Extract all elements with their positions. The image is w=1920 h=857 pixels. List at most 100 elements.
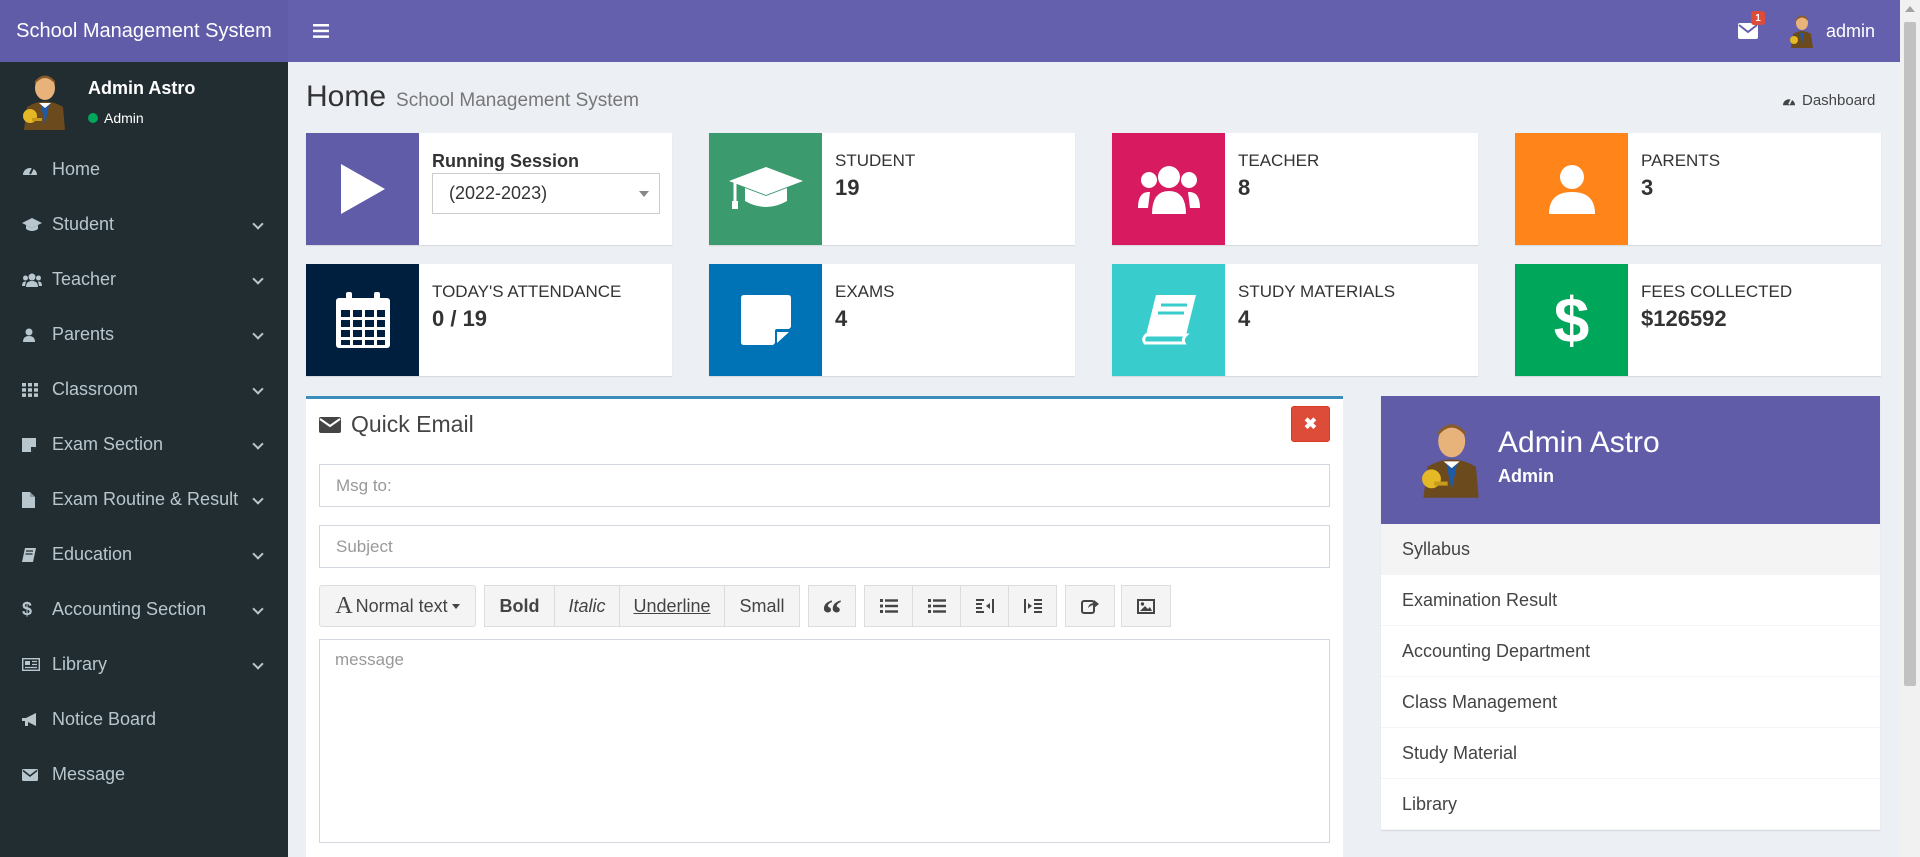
indent-button[interactable] xyxy=(1008,585,1057,627)
profile-header: Admin Astro Admin xyxy=(1381,396,1880,524)
stat-label: TODAY'S ATTENDANCE xyxy=(432,282,622,301)
sidebar-item-education[interactable]: Education xyxy=(0,527,288,582)
sidebar-item-teacher[interactable]: Teacher xyxy=(0,252,288,307)
sidebar-item-notice-board[interactable]: Notice Board xyxy=(0,692,288,747)
list-ol-icon xyxy=(927,599,946,613)
chevron-down-icon xyxy=(252,493,264,505)
envelope-icon xyxy=(319,416,341,433)
user-name: admin xyxy=(1826,20,1876,41)
profile-link-accounting-department[interactable]: Accounting Department xyxy=(1381,626,1880,677)
parents-stat-box[interactable]: PARENTS 3 xyxy=(1515,133,1881,245)
profile-link-syllabus[interactable]: Syllabus xyxy=(1381,524,1880,575)
font-style-dropdown[interactable]: A Normal text xyxy=(319,585,476,627)
sidebar-item-student[interactable]: Student xyxy=(0,197,288,252)
users-icon xyxy=(22,273,42,287)
user-icon xyxy=(1515,133,1628,245)
chevron-down-icon xyxy=(252,383,264,395)
sidebar-item-exam-routine-result[interactable]: Exam Routine & Result xyxy=(0,472,288,527)
underline-label: Underline xyxy=(633,595,711,616)
profile-link-examination-result[interactable]: Examination Result xyxy=(1381,575,1880,626)
calendar-icon xyxy=(306,264,419,376)
profile-links: Syllabus Examination Result Accounting D… xyxy=(1381,524,1880,830)
page-scrollbar[interactable] xyxy=(1900,0,1920,857)
bold-button[interactable]: Bold xyxy=(484,585,555,627)
unordered-list-button[interactable] xyxy=(864,585,913,627)
scroll-up-arrow-icon[interactable] xyxy=(1905,6,1915,12)
chevron-down-icon xyxy=(252,328,264,340)
sidebar-item-label: Education xyxy=(52,544,133,564)
avatar xyxy=(20,74,66,130)
attendance-stat-box[interactable]: TODAY'S ATTENDANCE 0 / 19 xyxy=(306,264,672,376)
scrollbar-thumb[interactable] xyxy=(1904,22,1916,686)
insert-link-button[interactable] xyxy=(1065,585,1115,627)
sidebar-item-label: Classroom xyxy=(52,379,139,399)
outdent-button[interactable] xyxy=(960,585,1009,627)
ordered-list-button[interactable] xyxy=(912,585,961,627)
top-navbar: 1 admin xyxy=(288,0,1900,62)
sidebar-user-status: Admin xyxy=(88,110,144,126)
dollar-icon: $ xyxy=(22,599,33,619)
sidebar-item-exam-section[interactable]: Exam Section xyxy=(0,417,288,472)
stat-value: 19 xyxy=(835,175,860,200)
book-icon xyxy=(22,547,36,562)
sidebar-user-name: Admin Astro xyxy=(88,78,196,98)
sidebar-toggle-icon[interactable] xyxy=(308,18,334,44)
sidebar-item-message[interactable]: Message xyxy=(0,747,288,802)
sidebar-item-home[interactable]: Home xyxy=(0,142,288,197)
teacher-stat-box[interactable]: TEACHER 8 xyxy=(1112,133,1478,245)
user-icon xyxy=(23,328,35,342)
sidebar-item-parents[interactable]: Parents xyxy=(0,307,288,362)
users-icon xyxy=(1112,133,1225,245)
quick-email-header: Quick Email xyxy=(319,411,474,438)
stat-value: 3 xyxy=(1641,175,1654,200)
outdent-icon xyxy=(975,599,994,613)
insert-image-button[interactable] xyxy=(1121,585,1171,627)
session-select[interactable]: (2022-2023) xyxy=(432,173,660,214)
profile-link-study-material[interactable]: Study Material xyxy=(1381,728,1880,779)
close-button[interactable]: ✖ xyxy=(1291,406,1330,442)
email-message-field[interactable] xyxy=(319,639,1330,843)
stat-value: 8 xyxy=(1238,175,1251,200)
user-menu[interactable]: admin xyxy=(1788,14,1875,48)
fees-collected-stat-box[interactable]: $ FEES COLLECTED $126592 xyxy=(1515,264,1881,376)
profile-link-library[interactable]: Library xyxy=(1381,779,1880,830)
chevron-down-icon xyxy=(252,603,264,615)
font-icon: A xyxy=(335,592,353,619)
quick-email-title: Quick Email xyxy=(351,411,474,437)
email-subject-field[interactable] xyxy=(319,525,1330,568)
breadcrumb[interactable]: Dashboard xyxy=(1782,92,1875,109)
italic-button[interactable]: Italic xyxy=(554,585,620,627)
blockquote-button[interactable]: “ xyxy=(808,585,856,634)
sidebar: Admin Astro Admin Home Student Teacher P… xyxy=(0,62,288,857)
breadcrumb-label: Dashboard xyxy=(1802,92,1876,109)
small-label: Small xyxy=(739,595,785,616)
small-button[interactable]: Small xyxy=(724,585,800,627)
sidebar-item-label: Home xyxy=(52,159,101,179)
sidebar-item-library[interactable]: Library xyxy=(0,637,288,692)
close-icon: ✖ xyxy=(1303,416,1318,433)
envelope-icon xyxy=(22,768,38,781)
sticky-note-icon xyxy=(709,264,822,376)
file-icon xyxy=(22,491,35,508)
underline-button[interactable]: Underline xyxy=(619,585,725,627)
app-logo[interactable]: School Management System xyxy=(0,0,288,62)
app-title: School Management System xyxy=(16,19,272,42)
online-status-icon xyxy=(88,113,98,123)
chevron-down-icon xyxy=(252,273,264,285)
study-materials-stat-box[interactable]: STUDY MATERIALS 4 xyxy=(1112,264,1478,376)
profile-link-class-management[interactable]: Class Management xyxy=(1381,677,1880,728)
student-stat-box[interactable]: STUDENT 19 xyxy=(709,133,1075,245)
quick-email-box: Quick Email ✖ A Normal text Bold Italic … xyxy=(306,396,1343,857)
bold-label: Bold xyxy=(499,595,540,616)
sidebar-user-panel: Admin Astro Admin xyxy=(0,62,288,142)
sidebar-item-classroom[interactable]: Classroom xyxy=(0,362,288,417)
sidebar-menu: Home Student Teacher Parents Classroom E… xyxy=(0,142,288,802)
indent-icon xyxy=(1023,599,1042,613)
book-icon xyxy=(1112,264,1225,376)
caret-down-icon xyxy=(451,603,460,609)
exams-stat-box[interactable]: EXAMS 4 xyxy=(709,264,1075,376)
email-to-field[interactable] xyxy=(319,464,1330,507)
stat-label: EXAMS xyxy=(835,282,895,301)
sidebar-item-accounting-section[interactable]: $ Accounting Section xyxy=(0,582,288,637)
stat-label: STUDENT xyxy=(835,151,916,170)
